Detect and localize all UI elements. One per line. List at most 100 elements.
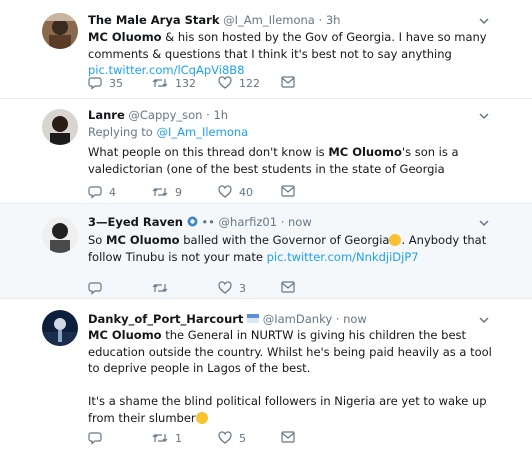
- retweet-button[interactable]: [152, 281, 175, 295]
- user-handle[interactable]: @harfiz01: [219, 215, 277, 229]
- reply-icon: [88, 77, 102, 90]
- tweet-header: The Male Arya Stark @I_Am_Ilemona · 3h: [88, 13, 340, 27]
- like-button[interactable]: 3: [218, 281, 246, 295]
- replying-to: Replying to @I_Am_Ilemona: [88, 125, 248, 139]
- tweet-actions: 3: [88, 281, 388, 297]
- reply-icon: [88, 432, 102, 445]
- reply-button[interactable]: 35: [88, 76, 123, 90]
- retweet-button[interactable]: 1: [152, 431, 182, 445]
- media-link[interactable]: pic.twitter.com/lCqApVi8B8: [88, 63, 244, 77]
- avatar[interactable]: [42, 217, 78, 253]
- tweet-1[interactable]: The Male Arya Stark @I_Am_Ilemona · 3h M…: [0, 0, 532, 98]
- avatar[interactable]: [42, 13, 78, 49]
- tweet-header: Lanre @Cappy_son · 1h: [88, 108, 228, 122]
- avatar-image: [42, 13, 78, 49]
- tweet-text: What people on this thread don't know is…: [88, 144, 498, 177]
- dm-button[interactable]: [281, 281, 295, 293]
- caret-down-icon[interactable]: [478, 15, 490, 27]
- tweet-text: MC Oluomo & his son hosted by the Gov of…: [88, 29, 498, 79]
- retweet-icon: [152, 188, 168, 196]
- tweet-text-content: What people on this thread don't know is: [88, 145, 329, 159]
- retweet-button[interactable]: 132: [152, 76, 196, 90]
- avatar[interactable]: [42, 109, 78, 145]
- reply-button[interactable]: 4: [88, 185, 116, 199]
- dm-icon: [281, 431, 295, 443]
- reply-count: 35: [109, 76, 123, 90]
- display-name[interactable]: Danky_of_Port_Harcourt: [88, 312, 243, 326]
- avatar-image: [42, 310, 78, 346]
- reply-count: 4: [109, 185, 116, 199]
- display-name[interactable]: The Male Arya Stark: [88, 13, 219, 27]
- reply-icon: [88, 282, 102, 295]
- mention-bold: MC Oluomo: [106, 233, 180, 247]
- dm-icon: [281, 76, 295, 88]
- retweet-icon: [152, 434, 168, 442]
- timestamp[interactable]: 1h: [213, 108, 228, 122]
- retweet-count: 132: [175, 76, 196, 90]
- laughing-emoji-icon: [389, 234, 402, 246]
- reply-button[interactable]: [88, 431, 109, 445]
- replying-to-label: Replying to: [88, 125, 157, 139]
- conversation-timeline: The Male Arya Stark @I_Am_Ilemona · 3h M…: [0, 0, 532, 458]
- dm-button[interactable]: [281, 76, 295, 88]
- dm-button[interactable]: [281, 431, 295, 443]
- dm-icon: [281, 281, 295, 293]
- like-icon: [218, 431, 232, 444]
- caret-down-icon[interactable]: [478, 110, 490, 122]
- reply-button[interactable]: [88, 281, 109, 295]
- retweet-count: 1: [175, 431, 182, 445]
- tweet-text: MC Oluomo the General in NURTW is giving…: [88, 327, 498, 377]
- retweet-icon: [152, 79, 168, 87]
- eye-emoji-icon: [187, 216, 198, 227]
- separator-dot: ·: [280, 215, 285, 229]
- like-button[interactable]: 122: [218, 76, 260, 90]
- like-button[interactable]: 5: [218, 431, 246, 445]
- reply-icon: [88, 186, 102, 199]
- tweet-text-content: So: [88, 233, 106, 247]
- timestamp[interactable]: now: [288, 215, 312, 229]
- mention-bold: MC Oluomo: [88, 328, 162, 342]
- like-button[interactable]: 40: [218, 185, 253, 199]
- replying-to-handle[interactable]: @I_Am_Ilemona: [157, 125, 249, 139]
- dm-icon: [281, 185, 295, 197]
- like-icon: [218, 76, 232, 89]
- tweet-header: 3—Eyed Raven •• @harfiz01 · now: [88, 215, 312, 229]
- tweet-3[interactable]: 3—Eyed Raven •• @harfiz01 · now So MC Ol…: [0, 204, 532, 298]
- avatar-image: [42, 217, 78, 253]
- display-name[interactable]: 3—Eyed Raven: [88, 215, 183, 229]
- caret-down-icon[interactable]: [478, 314, 490, 326]
- user-handle[interactable]: @Cappy_son: [128, 108, 202, 122]
- user-handle[interactable]: @IamDanky: [263, 312, 332, 326]
- user-handle[interactable]: @I_Am_Ilemona: [223, 13, 315, 27]
- separator-dot: ·: [335, 312, 340, 326]
- tweet-actions: 4 9 40: [88, 185, 388, 201]
- timestamp[interactable]: now: [343, 312, 367, 326]
- like-icon: [218, 185, 232, 198]
- tweet-actions: 1 5: [88, 431, 388, 447]
- like-count: 40: [239, 185, 253, 199]
- tweet-header: Danky_of_Port_Harcourt @IamDanky · now: [88, 312, 367, 326]
- decorative-dots: ••: [201, 215, 215, 229]
- display-name[interactable]: Lanre: [88, 108, 125, 122]
- tweet-text-content: It's a shame the blind political followe…: [88, 394, 487, 425]
- tweet-text-paragraph-2: It's a shame the blind political followe…: [88, 393, 498, 426]
- like-count: 3: [239, 281, 246, 295]
- tweet-2[interactable]: Lanre @Cappy_son · 1h Replying to @I_Am_…: [0, 99, 532, 203]
- dm-button[interactable]: [281, 185, 295, 197]
- like-icon: [218, 281, 232, 294]
- retweet-icon: [152, 284, 168, 292]
- tweet-actions: 35 132 122: [88, 76, 388, 92]
- mention-bold: MC Oluomo: [88, 30, 162, 44]
- retweet-button[interactable]: 9: [152, 185, 182, 199]
- avatar[interactable]: [42, 310, 78, 346]
- media-link[interactable]: pic.twitter.com/NnkdjiDjP7: [267, 250, 419, 264]
- like-count: 5: [239, 431, 246, 445]
- timestamp[interactable]: 3h: [326, 13, 341, 27]
- tweet-text-content: balled with the Governor of Georgia: [179, 233, 390, 247]
- tweet-text: So MC Oluomo balled with the Governor of…: [88, 232, 498, 265]
- tweet-4[interactable]: Danky_of_Port_Harcourt @IamDanky · now M…: [0, 299, 532, 458]
- separator-dot: ·: [318, 13, 323, 27]
- caret-down-icon[interactable]: [478, 217, 490, 229]
- avatar-image: [42, 109, 78, 145]
- flag-emoji-icon: [247, 314, 260, 323]
